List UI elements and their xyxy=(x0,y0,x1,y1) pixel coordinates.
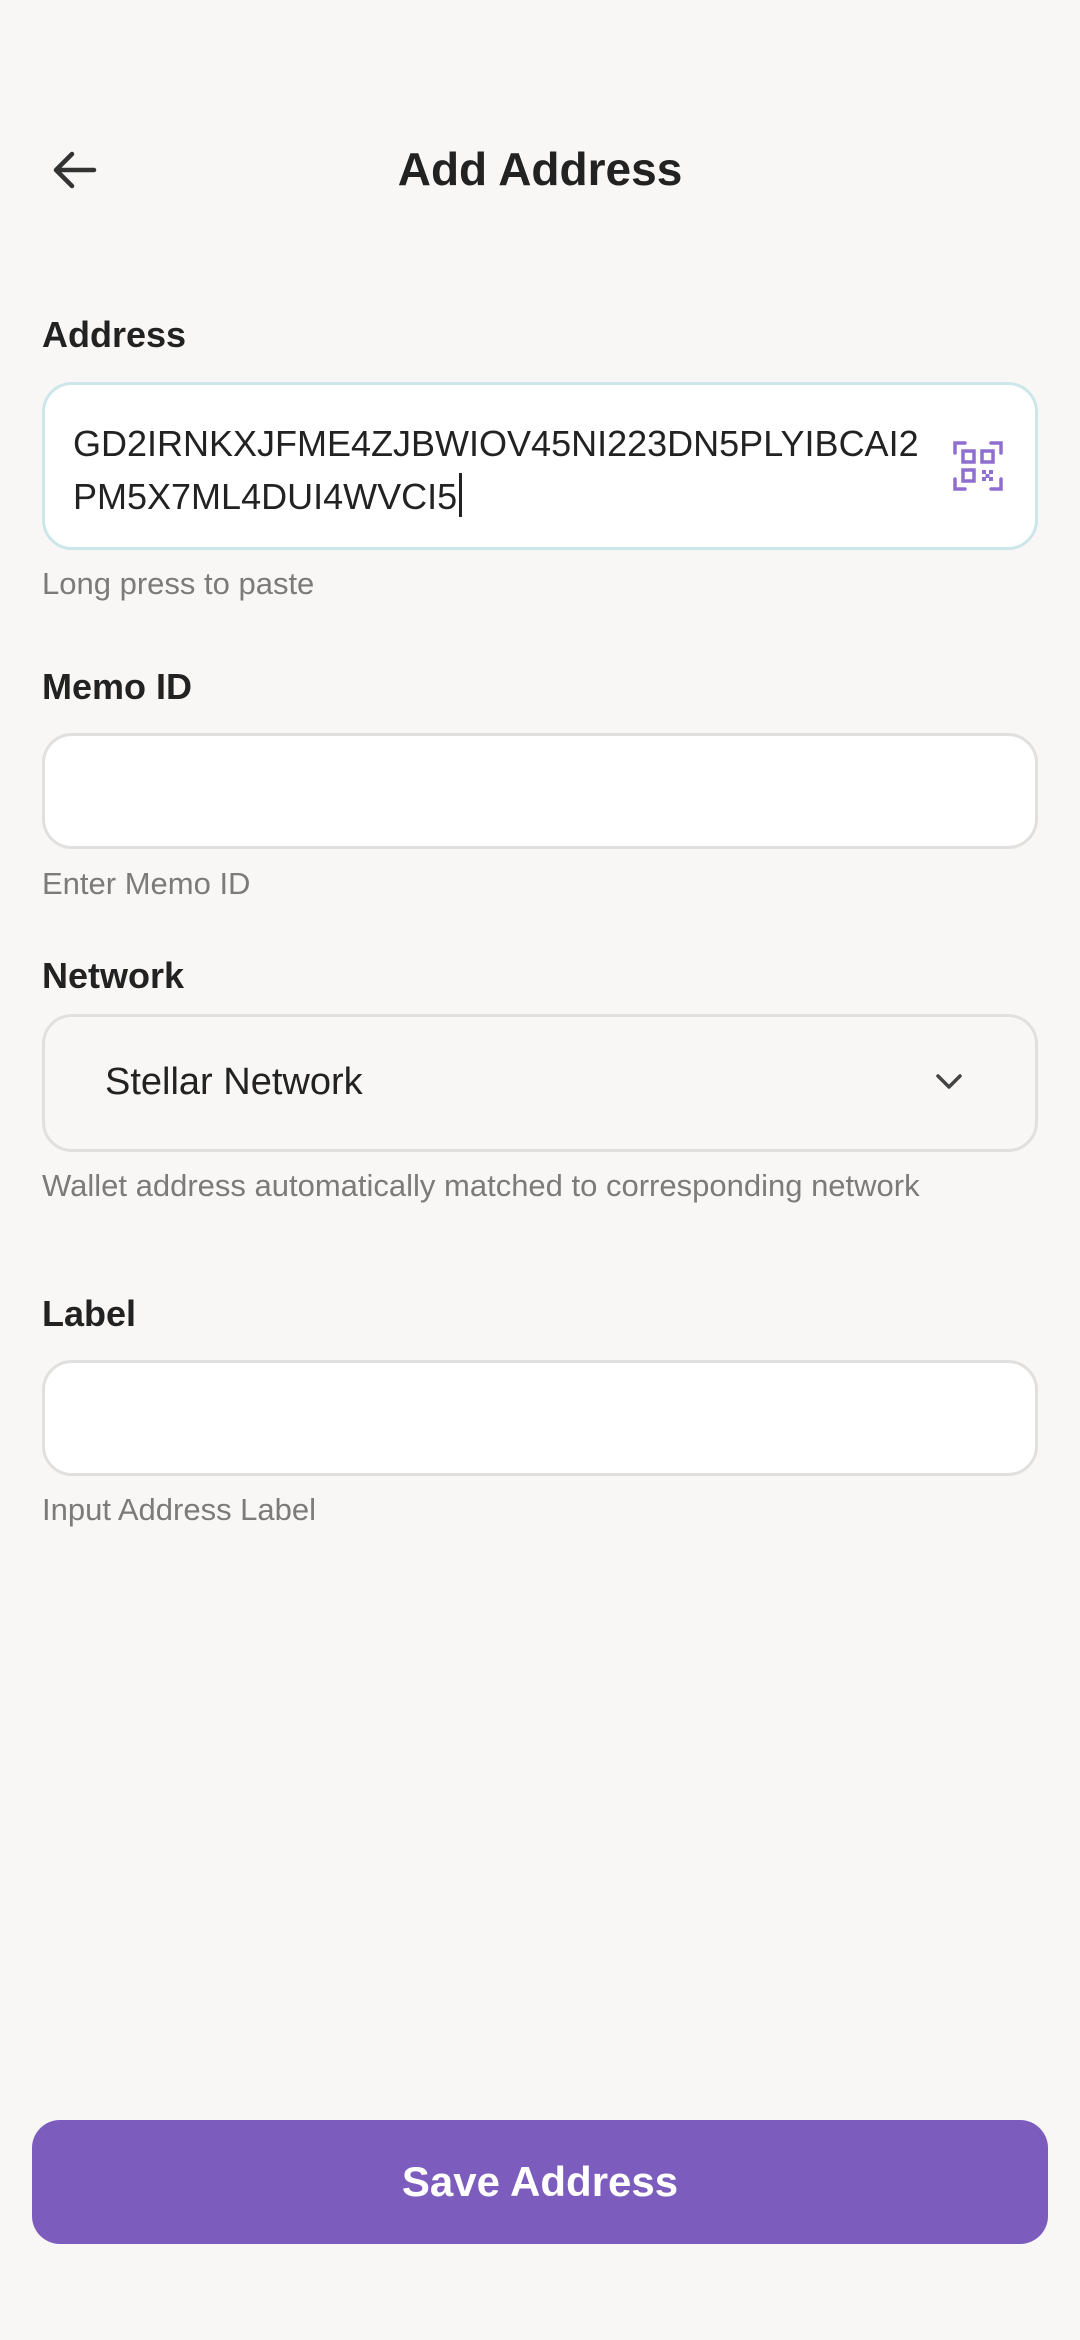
network-dropdown[interactable]: Stellar Network xyxy=(42,1014,1038,1152)
chevron-down-icon xyxy=(936,1074,962,1089)
network-label: Network xyxy=(42,955,185,996)
label-input[interactable] xyxy=(45,1363,1035,1473)
address-hint: Long press to paste xyxy=(42,566,315,601)
label-hint: Input Address Label xyxy=(42,1492,317,1527)
memo-hint: Enter Memo ID xyxy=(42,866,251,901)
page-title: Add Address xyxy=(397,143,683,195)
address-label: Address xyxy=(42,314,187,355)
label-field[interactable] xyxy=(42,1360,1038,1476)
address-field[interactable]: GD2IRNKXJFME4ZJBWIOV45NI223DN5PLYIBCAI2P… xyxy=(42,382,1038,550)
memo-field[interactable] xyxy=(42,733,1038,849)
text-caret xyxy=(459,473,463,517)
save-address-button[interactable]: Save Address xyxy=(32,2120,1048,2244)
memo-label: Memo ID xyxy=(42,666,193,707)
memo-input[interactable] xyxy=(45,736,1035,846)
label-field-label: Label xyxy=(42,1293,137,1334)
network-selected-value: Stellar Network xyxy=(105,1061,363,1103)
qr-scan-icon xyxy=(953,441,1003,491)
top-bar: Add Address xyxy=(0,120,1080,224)
address-value: GD2IRNKXJFME4ZJBWIOV45NI223DN5PLYIBCAI2P… xyxy=(73,423,919,517)
network-hint: Wallet address automatically matched to … xyxy=(42,1168,920,1203)
scan-qr-button[interactable] xyxy=(953,441,1003,491)
address-input[interactable]: GD2IRNKXJFME4ZJBWIOV45NI223DN5PLYIBCAI2P… xyxy=(73,417,933,523)
